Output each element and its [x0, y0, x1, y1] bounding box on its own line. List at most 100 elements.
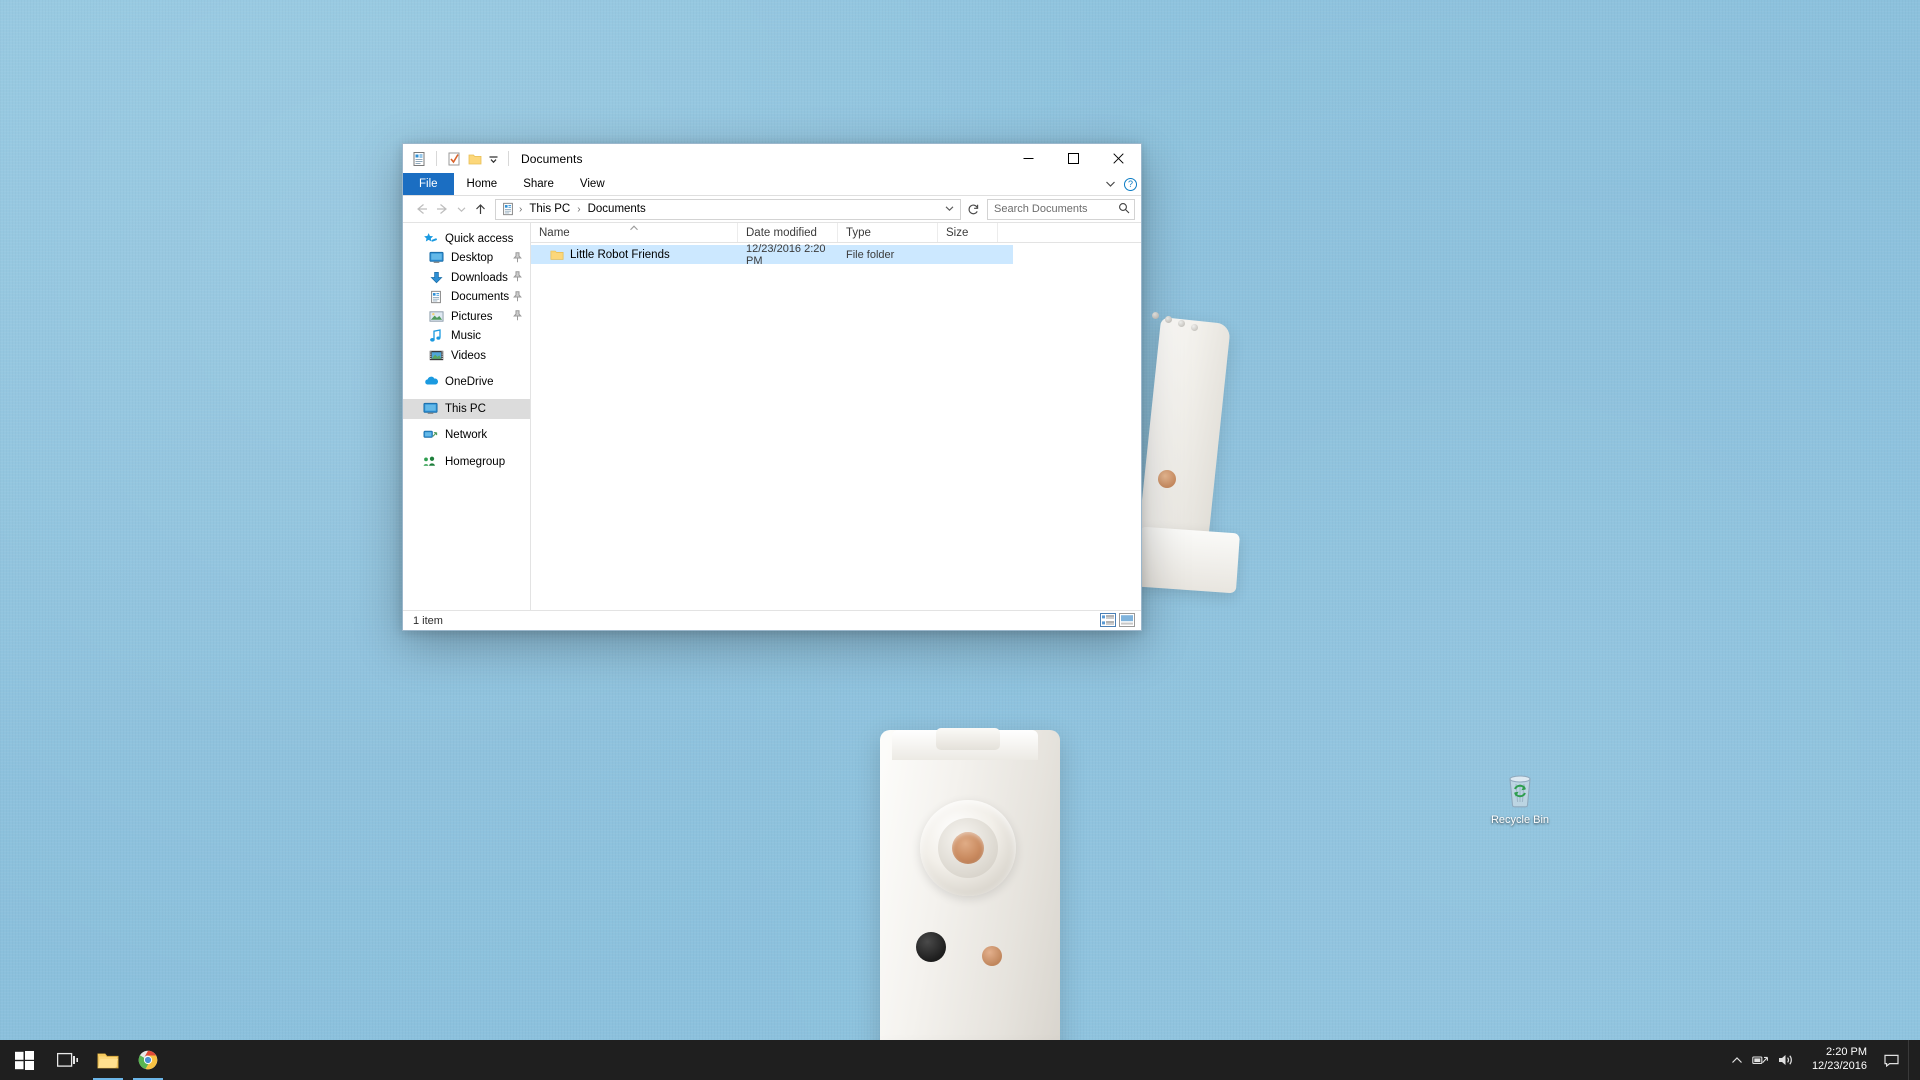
taskbar[interactable]: 2:20 PM 12/23/2016: [0, 1040, 1920, 1080]
desktop-icon: [429, 251, 445, 265]
chrome-taskbar-button[interactable]: [128, 1040, 168, 1080]
minimize-button[interactable]: [1006, 144, 1051, 173]
maximize-button[interactable]: [1051, 144, 1096, 173]
window-controls[interactable]: [1006, 144, 1141, 173]
system-tray[interactable]: 2:20 PM 12/23/2016: [1731, 1040, 1920, 1080]
breadcrumb[interactable]: › This PC › Documents: [495, 198, 961, 220]
details-view-button[interactable]: [1100, 613, 1116, 628]
search-icon[interactable]: [1118, 202, 1130, 217]
sidebar-item-quick-access[interactable]: Quick access: [403, 229, 530, 249]
quick-access-toolbar[interactable]: [411, 151, 513, 167]
file-name-label: Little Robot Friends: [570, 248, 670, 261]
sidebar-item-pictures[interactable]: Pictures: [403, 307, 530, 327]
tab-file[interactable]: File: [403, 173, 454, 195]
folder-icon[interactable]: [467, 151, 483, 167]
navigation-pane[interactable]: Quick access Desktop Downloads Documents…: [403, 223, 531, 610]
breadcrumb-separator-2[interactable]: ›: [576, 204, 581, 215]
sidebar-item-videos[interactable]: Videos: [403, 346, 530, 366]
file-type-cell: File folder: [846, 248, 895, 261]
volume-tray-icon[interactable]: [1778, 1053, 1795, 1067]
star-pin-icon: [423, 232, 439, 246]
robot-screws: [1152, 312, 1212, 331]
back-button[interactable]: [411, 199, 431, 219]
file-list-pane[interactable]: Name Date modified Type Size Little Robo…: [531, 223, 1141, 610]
column-header-date-modified[interactable]: Date modified: [738, 223, 838, 242]
show-desktop-button[interactable]: [1908, 1040, 1916, 1080]
this-pc-icon: [501, 202, 515, 216]
clock-date: 12/23/2016: [1811, 1060, 1867, 1072]
taskbar-clock[interactable]: 2:20 PM 12/23/2016: [1804, 1046, 1875, 1074]
close-button[interactable]: [1096, 144, 1141, 173]
up-button[interactable]: [470, 199, 490, 219]
breadcrumb-dropdown-icon[interactable]: [945, 204, 957, 214]
ribbon-collapse-icon[interactable]: [1105, 175, 1116, 193]
recent-locations-icon[interactable]: [455, 199, 468, 219]
breadcrumb-item-documents[interactable]: Documents: [585, 202, 649, 216]
recycle-bin[interactable]: Recycle Bin: [1487, 768, 1553, 827]
sidebar-item-label: Videos: [451, 349, 486, 362]
network-tray-icon[interactable]: [1752, 1053, 1769, 1067]
network-icon: [423, 428, 439, 442]
file-explorer-taskbar-button[interactable]: [88, 1040, 128, 1080]
file-explorer-window[interactable]: Documents File Home Share View ? › This …: [402, 143, 1142, 631]
sidebar-gap-3: [403, 419, 530, 426]
properties-icon[interactable]: [411, 151, 427, 167]
tab-home[interactable]: Home: [454, 173, 511, 195]
column-header-type[interactable]: Type: [838, 223, 938, 242]
chevron-up-icon[interactable]: [1731, 1056, 1743, 1065]
sidebar-item-network[interactable]: Network: [403, 426, 530, 446]
sidebar-item-downloads[interactable]: Downloads: [403, 268, 530, 288]
pin-icon[interactable]: [513, 310, 522, 323]
tab-share[interactable]: Share: [510, 173, 567, 195]
sidebar-gap-1: [403, 366, 530, 373]
search-input[interactable]: Search Documents: [987, 198, 1135, 220]
view-buttons[interactable]: [1100, 613, 1135, 628]
file-name-cell[interactable]: Little Robot Friends: [531, 249, 738, 261]
help-icon[interactable]: ?: [1124, 177, 1137, 191]
large-icons-view-button[interactable]: [1119, 613, 1135, 628]
music-icon: [429, 329, 445, 343]
pin-icon[interactable]: [513, 271, 522, 284]
tab-view[interactable]: View: [567, 173, 618, 195]
chevron-down-icon[interactable]: [488, 151, 499, 167]
documents-icon: [429, 290, 445, 304]
start-button[interactable]: [0, 1040, 48, 1080]
table-row[interactable]: Little Robot Friends 12/23/2016 2:20 PM …: [531, 243, 1013, 267]
sidebar-item-onedrive[interactable]: OneDrive: [403, 373, 530, 393]
column-header-name[interactable]: Name: [531, 223, 738, 242]
breadcrumb-separator-1[interactable]: ›: [518, 204, 523, 215]
onedrive-cloud-icon: [423, 375, 439, 389]
breadcrumb-item-this-pc[interactable]: This PC: [526, 202, 573, 216]
title-bar[interactable]: Documents: [403, 144, 1141, 173]
forward-button[interactable]: [433, 199, 453, 219]
sidebar-item-this-pc[interactable]: This PC: [403, 399, 530, 419]
sort-ascending-icon: [630, 224, 639, 233]
pin-icon[interactable]: [513, 291, 522, 304]
pin-icon[interactable]: [513, 252, 522, 265]
column-label: Size: [946, 226, 969, 239]
ribbon-tabs[interactable]: File Home Share View ?: [403, 173, 1141, 195]
sidebar-item-homegroup[interactable]: Homegroup: [403, 452, 530, 472]
sidebar-item-label: This PC: [445, 402, 486, 415]
address-bar[interactable]: › This PC › Documents Search Documents: [403, 196, 1141, 222]
status-bar: 1 item: [403, 610, 1141, 630]
videos-icon: [429, 349, 445, 363]
task-view-button[interactable]: [48, 1040, 88, 1080]
column-header-size[interactable]: Size: [938, 223, 998, 242]
refresh-button[interactable]: [963, 199, 983, 219]
clock-time: 2:20 PM: [1826, 1046, 1867, 1059]
desktop[interactable]: Documents File Home Share View ? › This …: [0, 0, 1920, 1080]
action-center-icon[interactable]: [1884, 1053, 1899, 1067]
column-label: Date modified: [746, 226, 817, 239]
search-placeholder: Search Documents: [994, 203, 1088, 215]
folder-icon: [550, 249, 564, 261]
new-folder-icon[interactable]: [446, 151, 462, 167]
this-pc-icon: [423, 402, 439, 416]
column-headers[interactable]: Name Date modified Type Size: [531, 223, 1141, 243]
sidebar-item-music[interactable]: Music: [403, 327, 530, 347]
pictures-icon: [429, 310, 445, 324]
sidebar-item-label: Pictures: [451, 310, 493, 323]
column-label: Name: [539, 226, 570, 239]
sidebar-item-desktop[interactable]: Desktop: [403, 249, 530, 269]
sidebar-item-documents[interactable]: Documents: [403, 288, 530, 308]
